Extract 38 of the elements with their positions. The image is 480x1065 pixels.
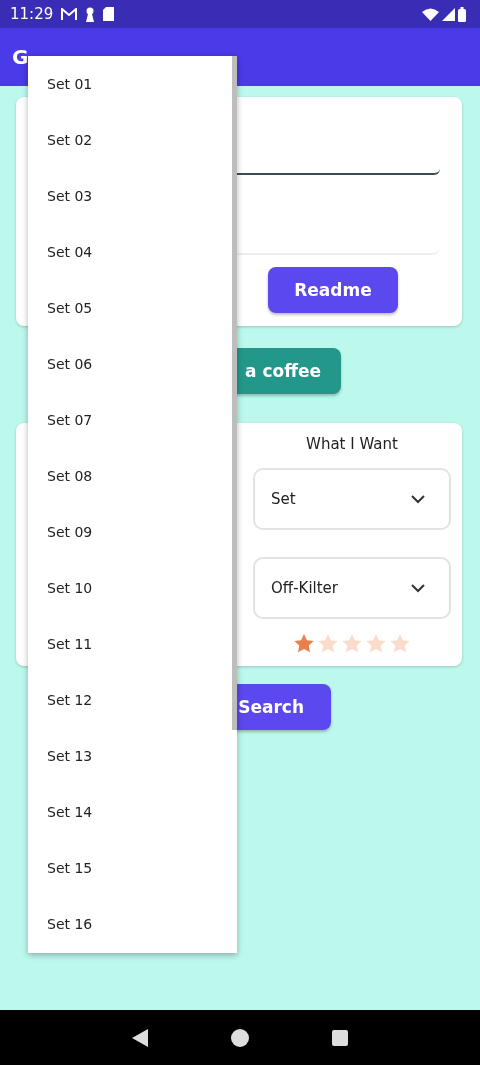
signal-icon <box>442 7 455 21</box>
sd-card-icon <box>103 7 115 21</box>
chevron-down-icon <box>411 494 425 504</box>
chevron-down-icon <box>411 583 425 593</box>
dropdown-value: Set <box>271 490 296 508</box>
section-title: What I Want <box>306 435 398 455</box>
menu-item[interactable]: Set 03 <box>28 168 232 224</box>
dropdown[interactable]: Off-Kilter <box>253 557 451 619</box>
menu-item[interactable]: Set 01 <box>28 56 232 112</box>
menu-item[interactable]: Set 08 <box>28 448 232 504</box>
status-time: 11:29 <box>10 5 54 23</box>
home-icon <box>231 1028 249 1047</box>
scrollbar[interactable] <box>232 56 237 730</box>
star-icon <box>318 634 338 653</box>
mail-icon <box>61 7 78 21</box>
menu-item[interactable]: Set 05 <box>28 280 232 336</box>
menu-item[interactable]: Set 07 <box>28 392 232 448</box>
readme-button[interactable]: Readme <box>268 267 398 313</box>
app-title: G <box>12 45 29 69</box>
back-icon <box>131 1028 148 1047</box>
star-icon <box>366 634 386 653</box>
menu-item[interactable]: Set 10 <box>28 560 232 616</box>
menu-item[interactable]: Set 15 <box>28 840 232 896</box>
menu-item[interactable]: Set 09 <box>28 504 232 560</box>
menu-item[interactable]: Set 14 <box>28 784 232 840</box>
recents-icon <box>332 1029 349 1046</box>
dropdown[interactable]: Set <box>253 468 451 530</box>
battery-icon <box>458 6 466 22</box>
star-icon <box>294 634 314 653</box>
menu-item[interactable]: Set 13 <box>28 728 232 784</box>
dropdown-value: Off-Kilter <box>271 579 338 597</box>
menu-item[interactable]: Set 04 <box>28 224 232 280</box>
star-icon <box>390 634 410 653</box>
menu-item[interactable]: Set 02 <box>28 112 232 168</box>
wifi-icon <box>422 7 439 21</box>
star-icon <box>342 634 362 653</box>
menu-item[interactable]: Set 16 <box>28 896 232 952</box>
menu-item[interactable]: Set 11 <box>28 616 232 672</box>
